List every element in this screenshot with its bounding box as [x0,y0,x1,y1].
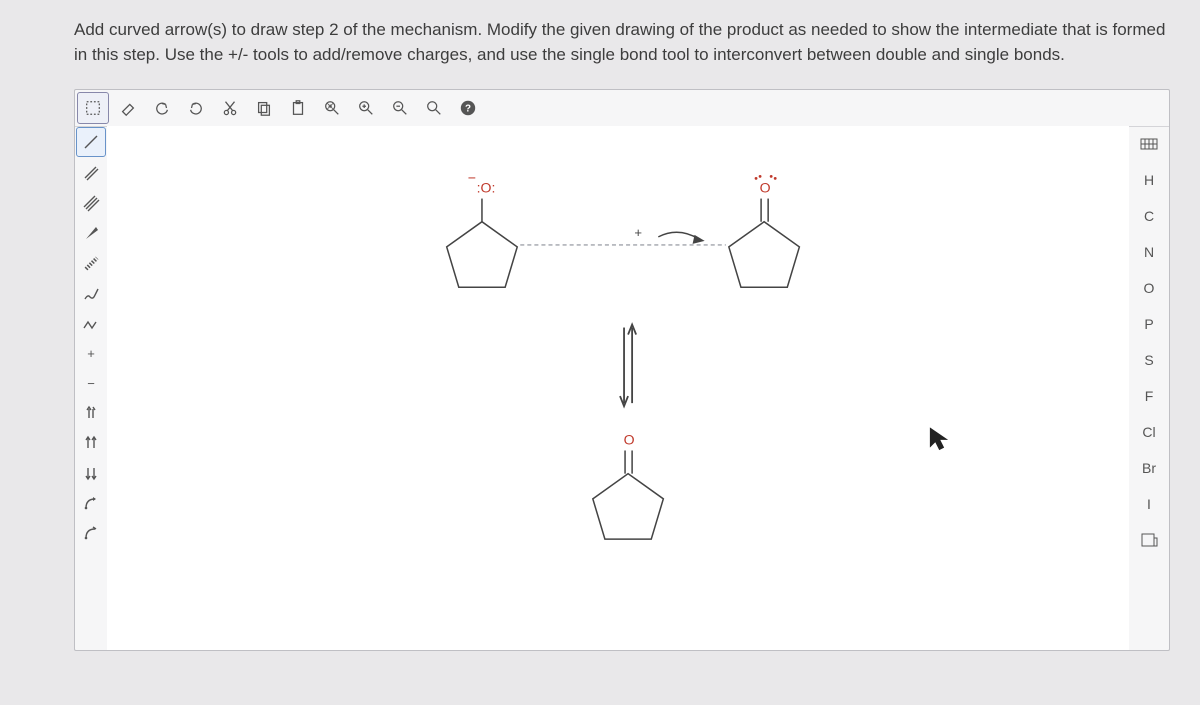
element-br[interactable]: Br [1132,452,1166,484]
element-f[interactable]: F [1132,380,1166,412]
triple-bond-icon[interactable] [77,189,105,217]
double-bond-icon[interactable] [77,159,105,187]
svg-text:?: ? [465,104,471,115]
svg-text:+: + [634,225,642,240]
left-toolbar: + − [75,126,108,650]
wedge-bond-icon[interactable] [77,219,105,247]
zoom-out-icon[interactable] [385,93,415,123]
periodic-table-icon[interactable] [1132,128,1166,160]
electron-pair-up-icon[interactable] [77,399,105,427]
right-molecule: O [729,175,800,287]
electron-pair-down-icon[interactable] [77,459,105,487]
curved-arrow-icon[interactable] [77,489,105,517]
element-h[interactable]: H [1132,164,1166,196]
svg-text:−: − [468,170,476,186]
top-toolbar: ? [75,90,1169,127]
svg-text:O: O [624,432,635,448]
reaction-arrow [620,325,636,407]
element-n[interactable]: N [1132,236,1166,268]
paste-icon[interactable] [283,93,313,123]
template-icon[interactable] [1132,524,1166,556]
zoom-fit-icon[interactable] [317,93,347,123]
drawing-canvas[interactable]: :O: − O [107,126,1129,650]
redo-icon[interactable] [181,93,211,123]
svg-text::O:: :O: [477,180,496,196]
chemical-editor: ? + − H C N O [74,89,1170,651]
element-o[interactable]: O [1132,272,1166,304]
charge-plus-icon[interactable]: + [77,339,105,367]
wavy-bond-icon[interactable] [77,279,105,307]
instructions-text: Add curved arrow(s) to draw step 2 of th… [74,18,1170,67]
marquee-select-icon[interactable] [77,92,109,124]
svg-text:O: O [760,180,771,196]
copy-icon[interactable] [249,93,279,123]
element-i[interactable]: I [1132,488,1166,520]
chain-icon[interactable] [77,309,105,337]
half-arrow-icon[interactable] [77,519,105,547]
eraser-icon[interactable] [113,93,143,123]
single-bond-icon[interactable] [76,127,106,157]
cut-icon[interactable] [215,93,245,123]
right-toolbar: H C N O P S F Cl Br I [1128,126,1169,650]
hash-bond-icon[interactable] [77,249,105,277]
electron-pair-both-icon[interactable] [77,429,105,457]
undo-icon[interactable] [147,93,177,123]
product-molecule: O [593,432,664,540]
zoom-in-icon[interactable] [351,93,381,123]
help-icon[interactable]: ? [453,93,483,123]
element-p[interactable]: P [1132,308,1166,340]
zoom-reset-icon[interactable] [419,93,449,123]
element-s[interactable]: S [1132,344,1166,376]
element-cl[interactable]: Cl [1132,416,1166,448]
charge-minus-icon[interactable]: − [77,369,105,397]
mouse-cursor-icon [930,429,946,450]
left-molecule: :O: − [447,170,518,288]
element-c[interactable]: C [1132,200,1166,232]
